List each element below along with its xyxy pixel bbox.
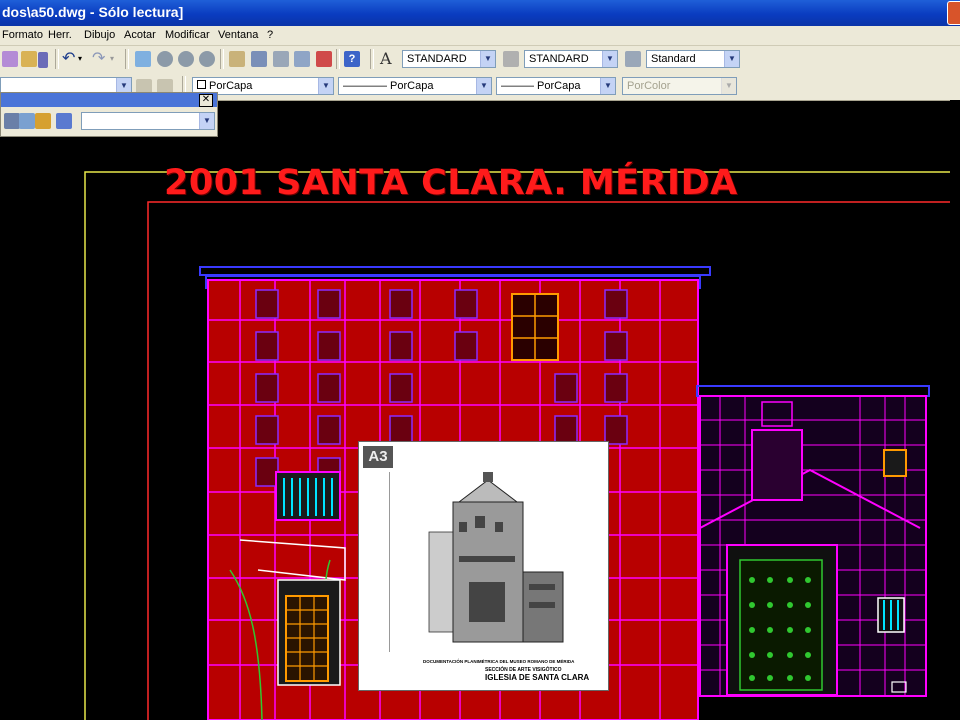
table-style-icon[interactable] [625,51,641,67]
sheet-set-icon[interactable] [294,51,310,67]
help-icon[interactable]: ? [344,51,360,67]
undo-icon[interactable]: ↶ [62,51,78,67]
paste-icon[interactable] [21,51,37,67]
menu-bar: Formato Herr. Dibujo Acotar Modificar Ve… [0,26,960,46]
menu-modificar[interactable]: Modificar [165,29,210,41]
separator [125,49,129,69]
zoom-window-icon[interactable] [178,51,194,67]
brush-icon[interactable] [38,52,48,68]
sheet-drawing [428,472,564,643]
properties-icon[interactable] [229,51,245,67]
niche [751,429,803,501]
separator [370,49,374,69]
linetype-select[interactable]: ———— PorCapa ▼ [338,77,492,95]
match-properties-icon[interactable] [2,51,18,67]
design-center-icon[interactable] [251,51,267,67]
redo-icon[interactable]: ↷ [92,51,108,67]
sheet-caption-line3: IGLESIA DE SANTA CLARA [485,673,590,682]
menu-ventana[interactable]: Ventana [218,29,258,41]
lineweight-select[interactable]: ——— PorCapa ▼ [496,77,616,95]
close-window-button[interactable] [947,1,960,25]
church-facade [696,385,930,697]
sheet-sidebar [365,472,390,652]
menu-herr[interactable]: Herr. [48,29,72,41]
window-title: dos\a50.dwg - Sólo lectura] [2,4,184,20]
menu-dibujo[interactable]: Dibujo [84,29,115,41]
sheet-size-label: A3 [363,446,393,468]
zoom-previous-icon[interactable] [199,51,215,67]
separator [336,49,340,69]
dim-style-select[interactable]: STANDARD ▼ [524,50,618,68]
chevron-down-icon: ▼ [600,78,615,94]
chevron-down-icon: ▼ [602,51,617,67]
tool-palettes-icon[interactable] [273,51,289,67]
markup-icon[interactable] [316,51,332,67]
chevron-down-icon: ▼ [476,78,491,94]
menu-formato[interactable]: Formato [2,29,43,41]
church-cornice [696,385,930,397]
menu-acotar[interactable]: Acotar [124,29,156,41]
separator [55,49,59,69]
text-style-select[interactable]: STANDARD ▼ [402,50,496,68]
small-window [883,449,907,477]
chevron-down-icon: ▼ [724,51,739,67]
window-grille [283,478,333,516]
menu-help[interactable]: ? [267,29,273,41]
chevron-down-icon: ▼ [721,78,736,94]
color-swatch [197,80,206,89]
redo-dropdown-icon[interactable]: ▾ [110,51,126,67]
toolbar-right-edge [950,46,960,100]
sheet-caption-line1: DOCUMENTACIÓN PLANIMÉTRICA DEL MUSEO ROM… [423,659,575,664]
drawing-title: 2001 SANTA CLARA. MÉRIDA [164,163,738,203]
sheet-thumbnail: A3 DOCUMENTACIÓN PLANIMÉTRICA DEL MUSEO … [358,441,609,691]
pan-icon[interactable] [135,51,151,67]
zoom-realtime-icon[interactable] [157,51,173,67]
cornice [199,266,711,276]
table-style-select[interactable]: Standard ▼ [646,50,740,68]
separator [220,49,224,69]
standard-toolbar: ↶ ▾ ↷ ▾ ? A STANDARD ▼ STANDARD ▼ Standard… [0,46,950,73]
chevron-down-icon: ▼ [480,51,495,67]
dim-style-icon[interactable] [503,51,519,67]
text-style-icon[interactable]: A [380,51,396,67]
chevron-down-icon: ▼ [318,78,333,94]
title-bar: dos\a50.dwg - Sólo lectura] [0,0,960,26]
plotstyle-select[interactable]: PorColor ▼ [622,77,737,95]
